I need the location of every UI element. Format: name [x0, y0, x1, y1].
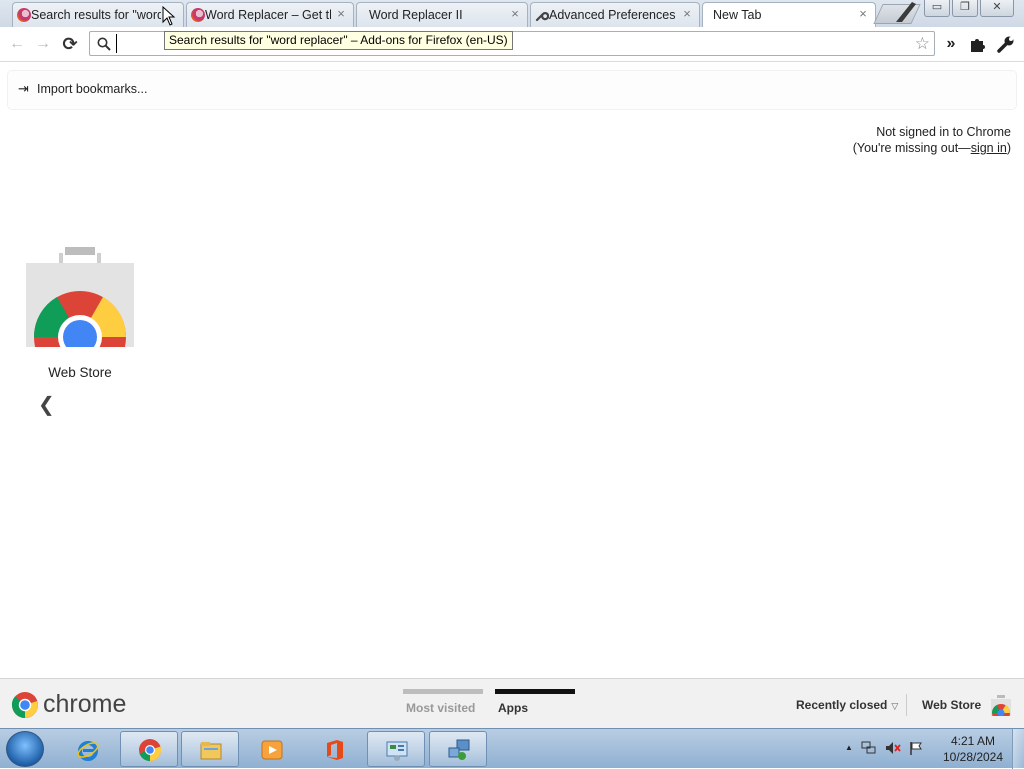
taskbar-network[interactable] — [429, 731, 487, 767]
import-bookmarks-link[interactable]: ⇥ Import bookmarks... — [18, 81, 148, 97]
tab-label: Advanced Preferences — [549, 8, 676, 22]
chrome-wordmark: chrome — [43, 690, 127, 718]
recently-closed-label: Recently closed — [796, 698, 888, 712]
window-controls: ▭ ❐ ✕ — [924, 0, 1014, 17]
recently-closed-menu[interactable]: Recently closed ▽ — [796, 698, 898, 712]
profile-avatar-icon — [896, 2, 916, 22]
ntp-footer: chrome Most visited Apps Recently closed… — [0, 678, 1024, 728]
browser-window: Search results for "word Word Replacer –… — [0, 0, 1024, 728]
taskbar-media-player[interactable] — [242, 731, 300, 767]
back-button[interactable]: ← — [6, 33, 28, 55]
close-tab-icon[interactable]: × — [334, 7, 348, 21]
close-tab-icon[interactable]: × — [508, 7, 522, 21]
internet-explorer-icon — [77, 741, 99, 761]
reload-button[interactable]: ⟳ — [59, 33, 81, 55]
overflow-chevron-icon[interactable]: » — [941, 34, 961, 54]
app-label: Web Store — [48, 365, 112, 380]
control-panel-icon — [386, 741, 408, 761]
firefox-icon — [191, 8, 205, 22]
clock-time: 4:21 AM — [950, 734, 996, 748]
web-store-icon — [26, 247, 134, 347]
taskbar-internet-explorer[interactable] — [58, 731, 116, 767]
tab-word-replacer-ii[interactable]: Word Replacer II × — [356, 2, 528, 27]
tab-indicator — [403, 689, 483, 694]
office-icon — [327, 740, 343, 760]
network-icon — [448, 739, 470, 760]
chrome-logo-icon — [12, 692, 38, 718]
tab-word-replacer[interactable]: Word Replacer – Get th × — [186, 2, 354, 27]
tab-tooltip: Search results for "word replacer" – Add… — [164, 31, 513, 50]
close-window-button[interactable]: ✕ — [980, 0, 1014, 17]
dropdown-arrow-icon: ▽ — [891, 701, 899, 711]
bookmark-star-icon[interactable]: ☆ — [915, 34, 930, 54]
clock-date: 10/28/2024 — [942, 750, 1004, 764]
volume-muted-icon[interactable] — [885, 741, 901, 755]
previous-page-arrow-icon[interactable]: ❮ — [38, 392, 55, 417]
signin-promo: Not signed in to Chrome (You're missing … — [853, 124, 1011, 156]
tab-label: New Tab — [713, 8, 762, 22]
tab-indicator — [495, 689, 575, 694]
ntp-tab-most-visited[interactable]: Most visited — [403, 689, 483, 719]
extension-puzzle-icon[interactable] — [968, 34, 988, 54]
signin-status: Not signed in to Chrome — [876, 125, 1011, 139]
system-clock[interactable]: 4:21 AM 10/28/2024 — [940, 733, 1006, 765]
tab-label: Word Replacer II — [369, 8, 463, 22]
ntp-tab-label: Most visited — [406, 701, 476, 715]
show-hidden-icons-arrow-icon[interactable]: ▲ — [845, 741, 853, 755]
close-tab-icon[interactable]: × — [680, 7, 694, 21]
taskbar-chrome[interactable] — [120, 731, 178, 767]
chrome-icon — [139, 739, 162, 762]
tab-label: Word Replacer – Get th — [205, 8, 331, 22]
network-tray-icon[interactable] — [861, 741, 877, 755]
show-desktop-button[interactable] — [1012, 729, 1024, 769]
tab-strip: Search results for "word Word Replacer –… — [0, 0, 1024, 27]
file-explorer-icon — [200, 742, 222, 760]
search-icon — [97, 37, 111, 51]
signin-prompt-end: ) — [1006, 141, 1011, 155]
tab-label: Search results for "word — [31, 8, 161, 22]
system-tray: ▲ — [845, 741, 923, 755]
close-tab-icon[interactable]: × — [856, 7, 870, 21]
wrench-icon — [535, 12, 549, 22]
tab-new-tab[interactable]: New Tab × — [702, 2, 876, 27]
signin-link[interactable]: sign in — [971, 141, 1007, 155]
tab-search-results[interactable]: Search results for "word — [12, 2, 184, 27]
app-tile-web-store[interactable]: Web Store — [22, 243, 138, 385]
bookmarks-bar: ⇥ Import bookmarks... — [8, 71, 1016, 109]
media-player-icon — [261, 740, 283, 760]
web-store-link[interactable]: Web Store — [922, 698, 981, 712]
signin-prompt-text: (You're missing out— — [852, 141, 971, 155]
web-store-small-icon[interactable] — [989, 693, 1013, 717]
start-button[interactable] — [6, 731, 44, 767]
taskbar-control-panel[interactable] — [367, 731, 425, 767]
forward-button[interactable]: → — [32, 33, 54, 55]
tab-advanced-preferences[interactable]: Advanced Preferences × — [530, 2, 700, 27]
firefox-icon — [17, 8, 31, 22]
taskbar-office[interactable] — [305, 731, 363, 767]
windows-taskbar: ▲ 4:21 AM 10/28/2024 — [0, 728, 1024, 769]
action-center-flag-icon[interactable] — [909, 741, 923, 755]
ntp-tab-apps[interactable]: Apps — [495, 689, 575, 719]
ntp-tab-label: Apps — [498, 701, 528, 715]
import-icon: ⇥ — [18, 81, 29, 96]
taskbar-file-explorer[interactable] — [181, 731, 239, 767]
footer-divider — [906, 694, 907, 716]
import-bookmarks-label: Import bookmarks... — [37, 82, 148, 96]
minimize-button[interactable]: ▭ — [924, 0, 950, 17]
wrench-menu-icon[interactable] — [996, 34, 1016, 54]
restore-button[interactable]: ❐ — [952, 0, 978, 17]
mouse-cursor-icon — [162, 6, 176, 26]
signin-prompt: (You're missing out—sign in) — [853, 140, 1011, 156]
